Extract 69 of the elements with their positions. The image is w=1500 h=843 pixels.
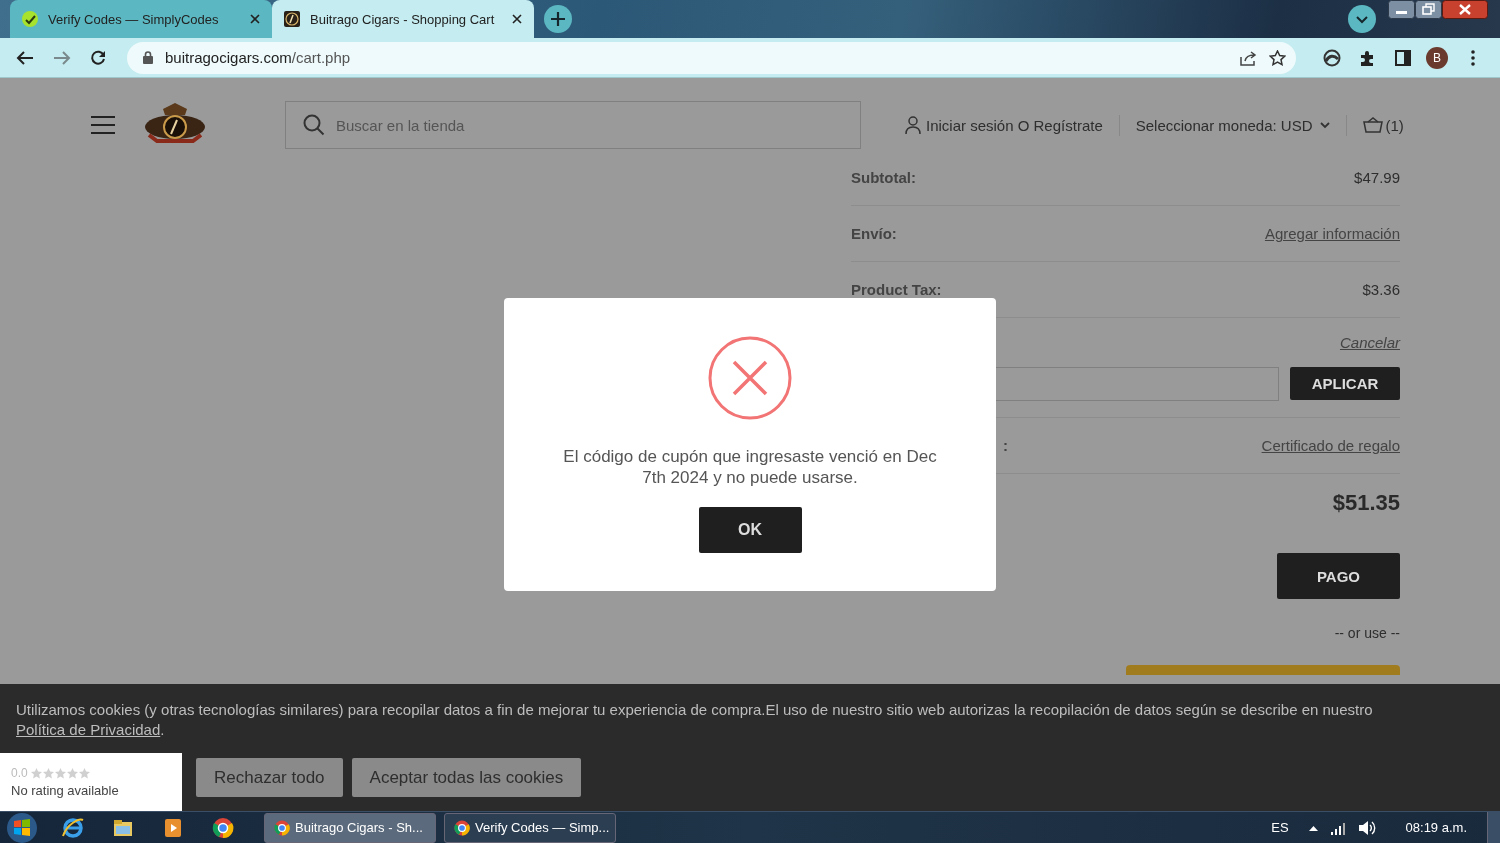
star-icon	[30, 767, 42, 779]
close-icon[interactable]	[250, 14, 260, 24]
error-icon	[708, 336, 792, 420]
chrome-icon	[273, 818, 291, 837]
summary-value: $3.36	[1362, 281, 1400, 298]
cancel-link[interactable]: Cancelar	[1339, 334, 1400, 351]
cookie-button[interactable]: Aceptar todas las cookies	[351, 758, 582, 797]
search-field[interactable]: Buscar en la tienda	[285, 101, 861, 149]
extension-icon[interactable]	[1323, 48, 1341, 67]
close-icon[interactable]	[512, 14, 522, 24]
language-indicator[interactable]: ES	[1271, 820, 1289, 835]
reload-icon[interactable]	[90, 49, 106, 66]
chrome-icon	[453, 818, 471, 837]
gift-certificate-link[interactable]: Certificado de regalo	[1261, 437, 1400, 454]
grand-total: $51.35	[1332, 490, 1400, 516]
forward-icon[interactable]	[53, 49, 71, 66]
basket-icon[interactable]	[1362, 117, 1383, 133]
chevron-down-icon	[1319, 121, 1330, 129]
menu-icon[interactable]	[91, 116, 115, 134]
cookie-button[interactable]: Rechazar todo	[196, 758, 343, 797]
up-arrow-icon[interactable]	[1308, 824, 1318, 831]
minimize-icon[interactable]	[1388, 0, 1415, 19]
profile-avatar[interactable]: B	[1426, 46, 1448, 69]
site-logo-icon	[284, 11, 300, 27]
clock[interactable]: 08:19 a.m.	[1405, 820, 1467, 835]
check-icon	[22, 11, 38, 27]
url-text: buitragocigars.com/cart.php	[165, 49, 351, 66]
browser-tab[interactable]: Verify Codes — SimplyCodes	[10, 0, 272, 38]
address-bar[interactable]: buitragocigars.com/cart.php	[127, 41, 1296, 74]
summary-label: :	[1002, 437, 1008, 454]
cookie-text: Utilizamos cookies (y otras tecnologías similares) para recopilar datos a fin de mejorar tu experiencia de compra.El uso de nuestro sitio web autorizas la recopilación de datos según se describe en nuestro Política de Privacidad.	[16, 700, 1374, 740]
currency-selector[interactable]: Seleccionar moneda: USD	[1118, 114, 1347, 136]
restore-icon[interactable]	[1415, 0, 1442, 19]
star-icon	[54, 767, 66, 779]
rating-note: No rating available	[11, 783, 120, 798]
apply-button[interactable]: APLICAR	[1290, 367, 1400, 400]
taskbar-button[interactable]: Buitrago Cigars - Sh...	[264, 812, 436, 843]
ok-button[interactable]: OK	[698, 507, 802, 553]
star-icon	[66, 767, 78, 779]
divider-text: -- or use --	[1334, 625, 1400, 641]
alert-message: El código de cupón que ingresaste venció en Dec 7th 2024 y no puede usarse.	[562, 446, 938, 488]
browser-icon[interactable]	[61, 815, 85, 840]
taskbar-button[interactable]: Verify Codes — Simp...	[444, 812, 616, 843]
cart-count[interactable]: (1)	[1385, 116, 1404, 134]
star-icon	[78, 767, 90, 779]
new-tab-icon[interactable]	[544, 5, 572, 33]
side-panel-icon[interactable]	[1395, 49, 1411, 66]
search-icon	[303, 114, 325, 136]
close-icon[interactable]	[1442, 0, 1488, 19]
shipping-link[interactable]: Agregar información	[1264, 225, 1400, 242]
summary-label: Product Tax:	[851, 281, 942, 298]
rating-score: 0.0	[11, 766, 28, 780]
speaker-icon[interactable]	[1357, 819, 1376, 836]
lock-icon	[143, 51, 153, 64]
summary-label: Subtotal:	[851, 169, 916, 186]
summary-value: $47.99	[1354, 169, 1400, 186]
checkout-button[interactable]: PAGO	[1277, 553, 1400, 599]
summary-label: Envío:	[851, 225, 897, 242]
chrome-icon[interactable]	[211, 815, 235, 840]
star-icon	[42, 767, 54, 779]
signal-icon[interactable]	[1329, 820, 1346, 835]
share-icon[interactable]	[1239, 49, 1257, 66]
star-icon[interactable]	[1269, 49, 1286, 66]
browser-tab[interactable]: Buitrago Cigars - Shopping Cart	[272, 0, 534, 38]
back-icon[interactable]	[16, 49, 34, 66]
menu-icon[interactable]	[1471, 49, 1475, 66]
account-link[interactable]: Iniciar sesión O Regístrate	[926, 116, 1103, 134]
user-icon	[905, 116, 921, 134]
chevron-down-icon[interactable]	[1348, 5, 1376, 33]
